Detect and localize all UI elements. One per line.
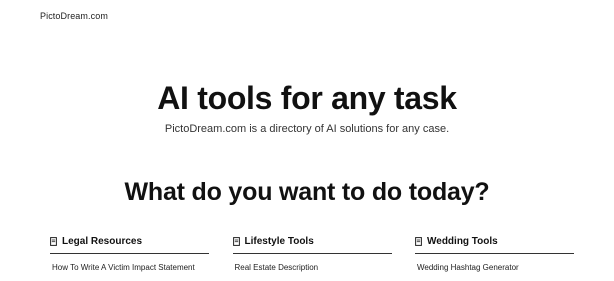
category-title-wedding-tools[interactable]: Wedding Tools <box>427 236 498 247</box>
site-logo[interactable]: PictoDream.com <box>40 11 108 21</box>
category-title-legal-resources[interactable]: Legal Resources <box>62 236 142 247</box>
hero-title: AI tools for any task <box>157 80 457 116</box>
hero-subtitle: PictoDream.com is a directory of AI solu… <box>164 123 450 135</box>
category-grid: Legal Resources How To Write A Victim Im… <box>46 236 574 272</box>
tool-link[interactable]: Wedding Hashtag Generator <box>417 263 574 272</box>
category-legal-resources: Legal Resources How To Write A Victim Im… <box>46 236 209 272</box>
category-header: Wedding Tools <box>415 236 574 254</box>
page: PictoDream.com AI tools for any task Pic… <box>0 0 614 281</box>
category-wedding-tools: Wedding Tools Wedding Hashtag Generator <box>411 236 574 272</box>
category-header: Legal Resources <box>50 236 209 254</box>
tool-link[interactable]: How To Write A Victim Impact Statement <box>52 263 209 272</box>
document-icon <box>415 237 422 246</box>
section-title: What do you want to do today? <box>124 178 490 206</box>
document-icon <box>232 237 240 246</box>
category-lifestyle-tools: Lifestyle Tools Real Estate Description <box>229 236 392 272</box>
category-header: Lifestyle Tools <box>232 236 392 254</box>
category-title-lifestyle-tools[interactable]: Lifestyle Tools <box>245 236 314 247</box>
tool-link[interactable]: Real Estate Description <box>235 263 392 272</box>
document-icon <box>50 237 57 246</box>
